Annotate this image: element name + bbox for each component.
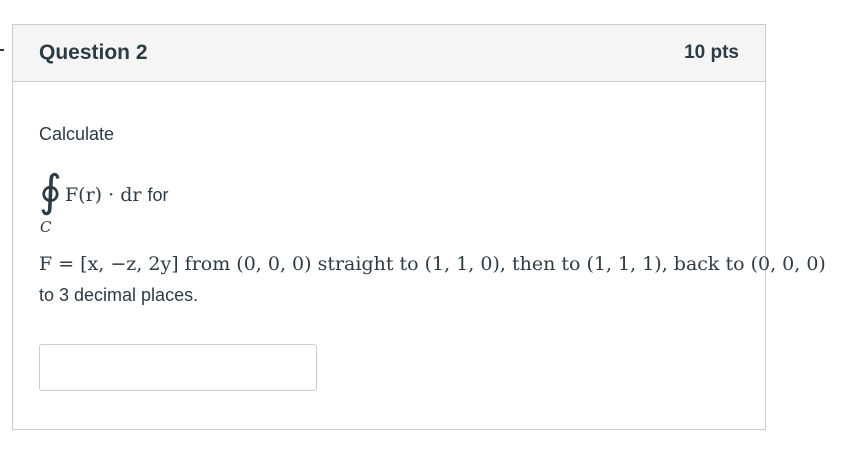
- precision-instruction: to 3 decimal places.: [39, 285, 199, 305]
- question-title: Question 2: [39, 41, 148, 64]
- integrand: F(r) · dr for: [65, 184, 169, 206]
- vector-field-definition: F = [x, −z, 2y] from (0, 0, 0) straight …: [39, 253, 826, 275]
- edge-marker: [0, 49, 4, 51]
- integrand-suffix: for: [147, 185, 169, 205]
- integral-expression: ∮ C F(r) · dr for: [39, 162, 339, 242]
- question-points: 10 pts: [684, 42, 739, 63]
- contour-integral-icon: ∮: [39, 166, 62, 217]
- integrand-expression: F(r) · dr: [65, 184, 142, 206]
- answer-input[interactable]: [39, 344, 317, 391]
- question-header: Question 2 10 pts: [13, 25, 765, 82]
- integral-subscript: C: [40, 218, 52, 236]
- question-card: Question 2 10 pts Calculate ∮ C F(r) · d…: [12, 24, 826, 430]
- question-lead-text: Calculate: [39, 124, 115, 144]
